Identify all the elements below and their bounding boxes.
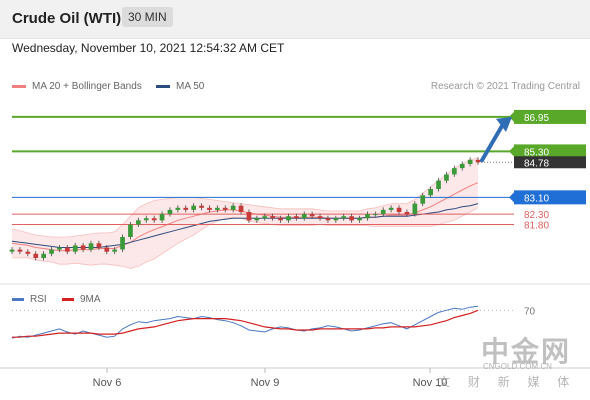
- candle-body: [9, 249, 15, 252]
- candle-body: [57, 247, 62, 250]
- candle-body: [246, 212, 252, 221]
- candle-body: [436, 180, 441, 189]
- candle-body: [380, 209, 386, 215]
- forecast-arrow-shaft: [480, 123, 504, 163]
- candle-body: [444, 174, 449, 181]
- candle-body: [167, 209, 173, 215]
- candle-body: [467, 159, 473, 164]
- candle-body: [341, 216, 347, 219]
- watermark-subtitle: 文 财 新 媒 体: [438, 375, 577, 389]
- candle-body: [373, 214, 378, 216]
- candle-body: [72, 245, 78, 252]
- candle-body: [136, 220, 141, 225]
- candle-body: [33, 253, 39, 258]
- candle-body: [365, 214, 370, 219]
- candle-body: [459, 163, 465, 169]
- candle-body: [112, 249, 117, 252]
- candle-body: [191, 205, 196, 210]
- candle-body: [412, 203, 418, 214]
- candle-body: [396, 207, 402, 212]
- candle-body: [262, 216, 268, 219]
- candle-body: [301, 214, 307, 219]
- candle-body: [278, 218, 283, 221]
- level-tag-pointer-85.30: [509, 146, 514, 157]
- candle-body: [325, 218, 331, 221]
- candle-body: [120, 237, 125, 250]
- rsi-70-label: 70: [524, 306, 536, 317]
- candle-body: [104, 247, 110, 252]
- candle-body: [49, 249, 54, 254]
- candle-body: [65, 247, 70, 252]
- candle-body: [175, 207, 181, 210]
- candle-body: [143, 218, 149, 221]
- candle-body: [17, 249, 23, 252]
- candle-body: [475, 159, 481, 163]
- candle-body: [128, 224, 133, 237]
- candle-body: [215, 207, 220, 210]
- candle-body: [207, 207, 212, 210]
- candle-body: [294, 216, 299, 219]
- candle-body: [159, 214, 165, 221]
- candle-body: [80, 245, 86, 250]
- rsi-ma9-line: [12, 309, 479, 338]
- candle-body: [238, 205, 244, 212]
- candle-body: [317, 216, 323, 219]
- level-label-86.95: 86.95: [524, 113, 549, 124]
- candle-body: [404, 212, 410, 215]
- candle-body: [96, 243, 102, 248]
- candle-body: [420, 195, 426, 204]
- candle-body: [286, 216, 291, 221]
- candle-body: [41, 253, 46, 258]
- candle-body: [349, 216, 354, 221]
- candle-body: [88, 243, 94, 250]
- candle-body: [270, 216, 275, 219]
- watermark-url: CNGOLD.COM.CN: [483, 362, 552, 371]
- x-tick-label-nov-9: Nov 9: [251, 377, 280, 389]
- candle-body: [230, 205, 236, 210]
- level-label-82.30: 82.30: [524, 210, 549, 221]
- candle-body: [222, 207, 228, 210]
- candle-body: [388, 207, 394, 210]
- level-tag-pointer-83.10: [509, 192, 514, 203]
- candle-body: [199, 205, 204, 208]
- x-tick-label-nov-6: Nov 6: [93, 377, 122, 389]
- candle-body: [183, 207, 189, 210]
- candle-body: [357, 218, 362, 221]
- level-label-81.80: 81.80: [524, 221, 549, 232]
- candle-body: [25, 251, 31, 254]
- candle-body: [333, 218, 339, 221]
- candle-body: [428, 189, 433, 196]
- level-label-84.78: 84.78: [524, 158, 549, 169]
- candle-body: [151, 218, 157, 221]
- level-label-83.10: 83.10: [524, 193, 549, 204]
- candle-body: [452, 168, 457, 175]
- candle-body: [254, 218, 260, 221]
- candle-body: [309, 214, 315, 217]
